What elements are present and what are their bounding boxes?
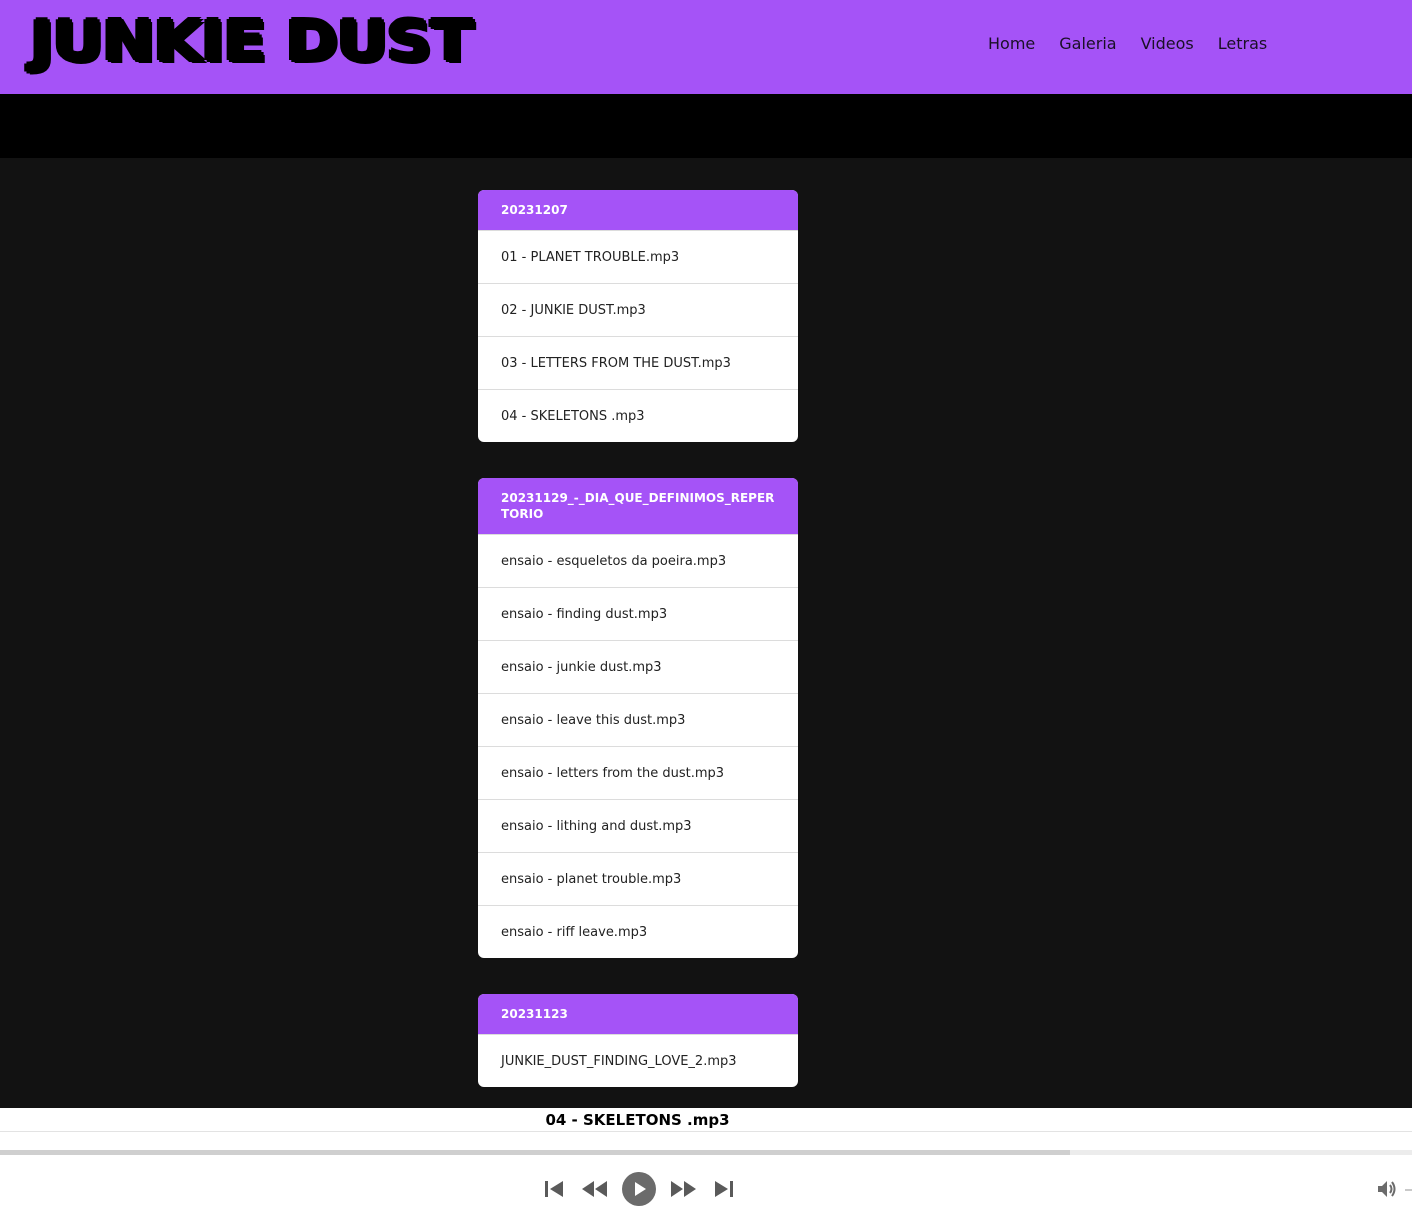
- nav-home[interactable]: Home: [988, 32, 1035, 56]
- now-playing-title: 04 - SKELETONS .mp3: [545, 1111, 730, 1129]
- album-card: 20231123 JUNKIE_DUST_FINDING_LOVE_2.mp3: [478, 994, 798, 1087]
- main-nav: Home Galeria Videos Letras: [988, 32, 1291, 56]
- volume-slider[interactable]: [1405, 1189, 1412, 1191]
- rewind-icon[interactable]: [580, 1177, 608, 1201]
- album-title: 20231207: [478, 190, 798, 230]
- site-header: JUNKIE DUST Home Galeria Videos Letras: [0, 0, 1412, 94]
- track-item[interactable]: ensaio - lithing and dust.mp3: [478, 799, 798, 852]
- track-item[interactable]: ensaio - planet trouble.mp3: [478, 852, 798, 905]
- track-item[interactable]: ensaio - leave this dust.mp3: [478, 693, 798, 746]
- track-item[interactable]: 03 - LETTERS FROM THE DUST.mp3: [478, 336, 798, 389]
- skip-forward-icon[interactable]: [712, 1177, 736, 1201]
- album-title: 20231123: [478, 994, 798, 1034]
- track-item[interactable]: 01 - PLANET TROUBLE.mp3: [478, 230, 798, 283]
- play-icon: [635, 1182, 646, 1196]
- track-item[interactable]: ensaio - letters from the dust.mp3: [478, 746, 798, 799]
- nav-videos[interactable]: Videos: [1141, 32, 1194, 56]
- track-item[interactable]: ensaio - finding dust.mp3: [478, 587, 798, 640]
- play-button[interactable]: [622, 1172, 656, 1206]
- track-item[interactable]: JUNKIE_DUST_FINDING_LOVE_2.mp3: [478, 1034, 798, 1087]
- track-item[interactable]: ensaio - esqueletos da poeira.mp3: [478, 534, 798, 587]
- skip-back-icon[interactable]: [542, 1177, 566, 1201]
- volume-icon[interactable]: [1376, 1178, 1398, 1200]
- track-item[interactable]: 04 - SKELETONS .mp3: [478, 389, 798, 442]
- player-controls: [542, 1172, 736, 1206]
- track-item[interactable]: ensaio - riff leave.mp3: [478, 905, 798, 958]
- hero-band: [0, 94, 1412, 158]
- album-title: 20231129_-_DIA_QUE_DEFINIMOS_REPERTORIO: [478, 478, 798, 534]
- progress-bar[interactable]: [0, 1150, 1412, 1155]
- track-item[interactable]: 02 - JUNKIE DUST.mp3: [478, 283, 798, 336]
- progress-fill: [0, 1150, 1071, 1155]
- album-card: 20231129_-_DIA_QUE_DEFINIMOS_REPERTORIO …: [478, 478, 798, 958]
- site-logo[interactable]: JUNKIE DUST: [30, 10, 473, 74]
- fast-forward-icon[interactable]: [670, 1177, 698, 1201]
- track-item[interactable]: ensaio - junkie dust.mp3: [478, 640, 798, 693]
- audio-player: 04 - SKELETONS .mp3: [0, 1108, 1412, 1207]
- nav-galeria[interactable]: Galeria: [1059, 32, 1116, 56]
- nav-letras[interactable]: Letras: [1218, 32, 1267, 56]
- player-divider: [0, 1131, 1412, 1132]
- album-card: 20231207 01 - PLANET TROUBLE.mp3 02 - JU…: [478, 190, 798, 442]
